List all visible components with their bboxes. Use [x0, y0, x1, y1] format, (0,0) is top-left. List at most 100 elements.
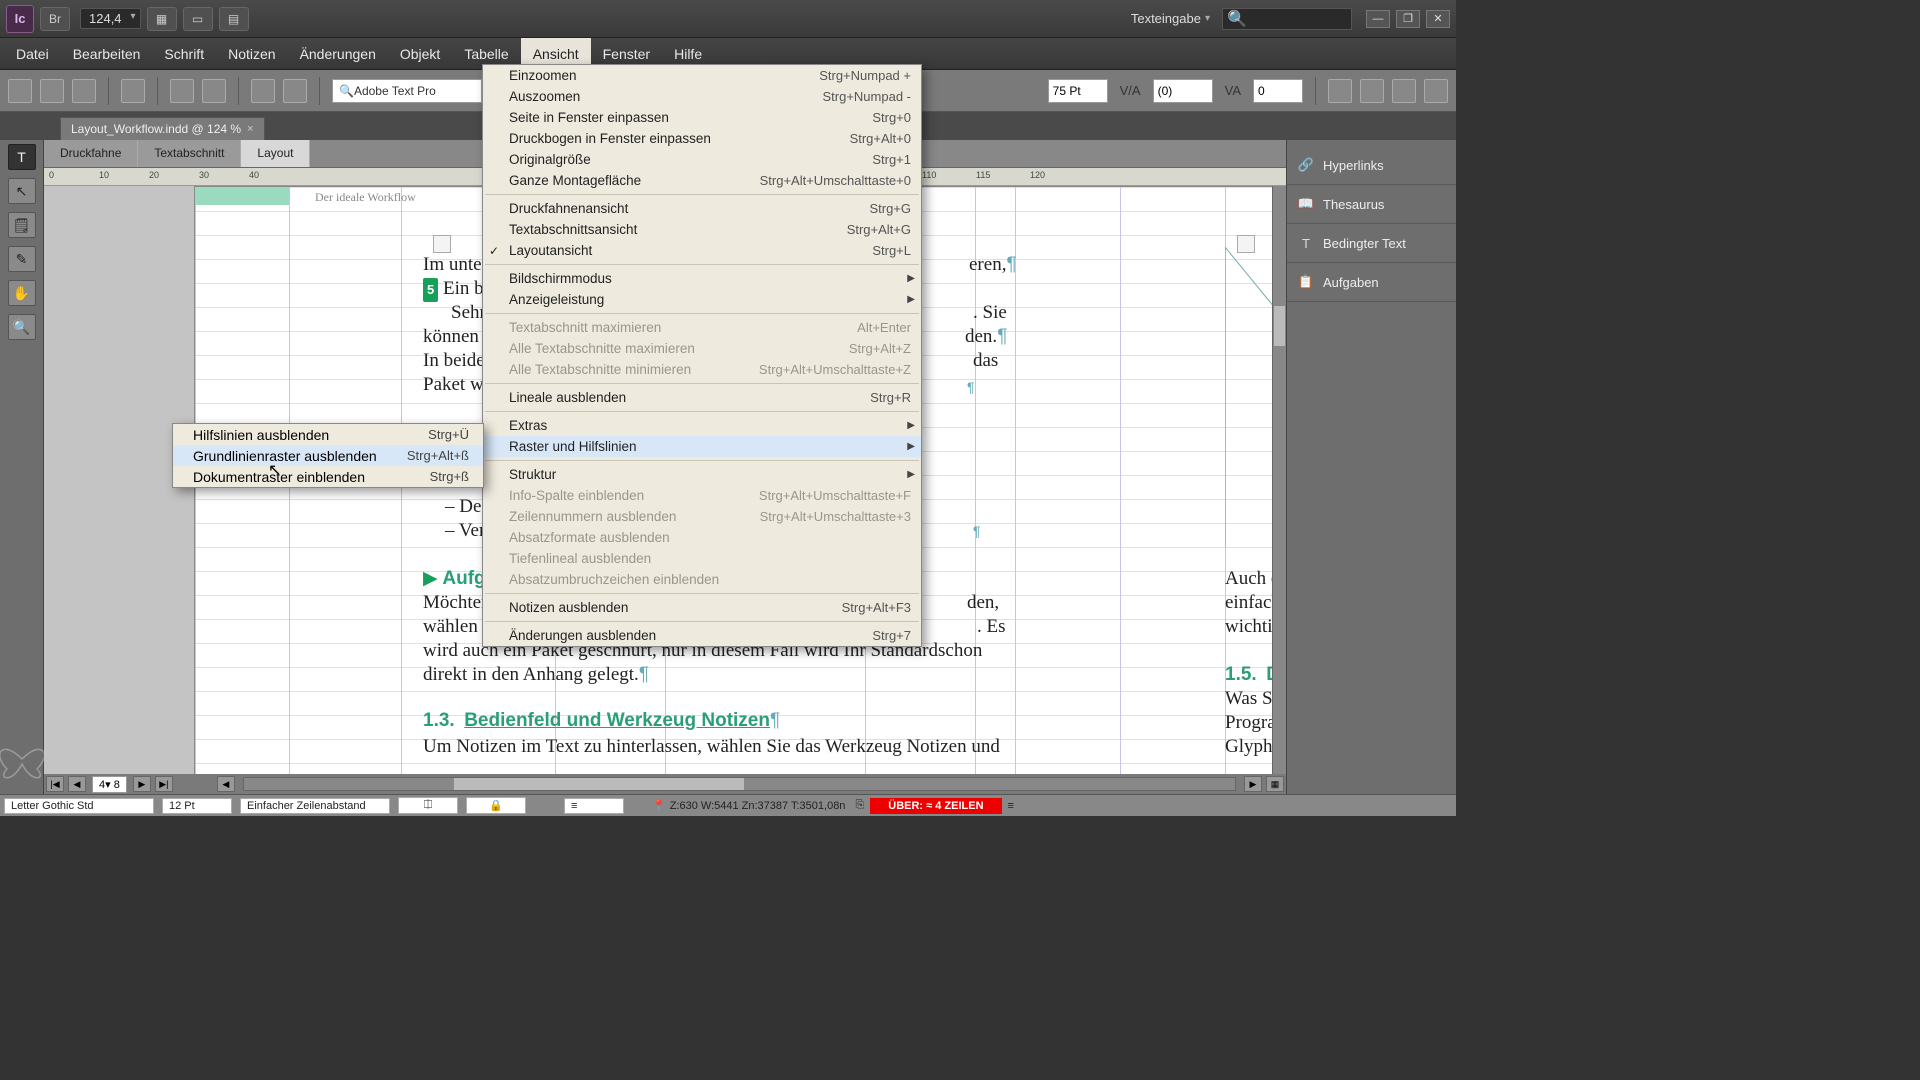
text-line[interactable]: eren,¶ [969, 253, 1017, 277]
more-options-icon[interactable] [1424, 79, 1448, 103]
maximize-button[interactable]: ❐ [1396, 10, 1420, 28]
menuitem-druckfahnenansicht[interactable]: DruckfahnenansichtStrg+G [483, 198, 921, 219]
text-line[interactable]: . Sie [973, 301, 1007, 325]
status-align-icon[interactable]: ≡ [564, 798, 624, 814]
note-anchor[interactable] [433, 235, 451, 253]
status-menu-icon[interactable]: ≡ [1008, 800, 1014, 812]
submenuitem-grundlinienraster-ausblenden[interactable]: Grundlinienraster ausblendenStrg+Alt+ß [173, 445, 483, 466]
menuitem-bildschirmmodus[interactable]: Bildschirmmodus▶ [483, 268, 921, 289]
document-tab[interactable]: Layout_Workflow.indd @ 124 % × [60, 117, 265, 140]
last-page-button[interactable]: ▶| [155, 776, 173, 792]
text-line[interactable]: . Es [977, 615, 1006, 639]
workspace-label[interactable]: Texteingabe [1131, 11, 1201, 26]
ansicht-menu[interactable]: EinzoomenStrg+Numpad +AuszoomenStrg+Nump… [482, 64, 922, 647]
page-number-field[interactable]: 4▾ 8 [92, 776, 127, 793]
view-tab-druckfahne[interactable]: Druckfahne [44, 140, 138, 167]
text-line[interactable]: ¶ [973, 519, 981, 545]
align-right-icon[interactable] [1392, 79, 1416, 103]
menu-notizen[interactable]: Notizen [216, 38, 287, 69]
prev-page-button[interactable]: ◀ [68, 776, 86, 792]
text-line[interactable]: das [973, 349, 998, 373]
text-line[interactable]: den, [967, 591, 999, 615]
zoom-level-field[interactable]: 124,4 [80, 8, 141, 29]
scroll-left-button[interactable]: ◀ [217, 776, 235, 792]
text-line[interactable]: Um Notizen im Text zu hinterlassen, wähl… [423, 735, 1000, 759]
horizontal-scrollbar[interactable] [243, 777, 1236, 791]
menuitem-notizen-ausblenden[interactable]: Notizen ausblendenStrg+Alt+F3 [483, 597, 921, 618]
help-search-input[interactable]: 🔍 [1222, 8, 1352, 30]
menuitem-extras[interactable]: Extras▶ [483, 415, 921, 436]
tracking-field[interactable]: 0 [1253, 79, 1303, 103]
bridge-button[interactable]: Br [40, 7, 70, 31]
panel-hyperlinks[interactable]: 🔗Hyperlinks [1287, 146, 1456, 185]
menuitem-änderungen-ausblenden[interactable]: Änderungen ausblendenStrg+7 [483, 625, 921, 646]
menu-objekt[interactable]: Objekt [388, 38, 452, 69]
minimize-button[interactable]: — [1366, 10, 1390, 28]
print-icon[interactable] [121, 79, 145, 103]
menu-änderungen[interactable]: Änderungen [288, 38, 388, 69]
menuitem-originalgröße[interactable]: OriginalgrößeStrg+1 [483, 149, 921, 170]
panel-thesaurus[interactable]: 📖Thesaurus [1287, 185, 1456, 224]
align-center-icon[interactable] [1360, 79, 1384, 103]
spellcheck-icon[interactable] [202, 79, 226, 103]
menuitem-auszoomen[interactable]: AuszoomenStrg+Numpad - [483, 86, 921, 107]
note-tool[interactable]: 🗒 [8, 212, 36, 238]
view-tab-textabschnitt[interactable]: Textabschnitt [138, 140, 241, 167]
menuitem-lineale-ausblenden[interactable]: Lineale ausblendenStrg+R [483, 387, 921, 408]
save-icon[interactable] [72, 79, 96, 103]
submenuitem-dokumentraster-einblenden[interactable]: Dokumentraster einblendenStrg+ß [173, 466, 483, 487]
text-line[interactable]: 1.3. Bedienfeld und Werkzeug Notizen¶ [423, 709, 780, 733]
view-options-button[interactable]: ▦ [147, 7, 177, 31]
kerning-field[interactable]: (0) [1153, 79, 1213, 103]
position-tool[interactable]: ↖ [8, 178, 36, 204]
zoom-tool[interactable]: 🔍 [8, 314, 36, 340]
overset-warning[interactable]: ÜBER: ≈ 4 ZEILEN [870, 798, 1001, 814]
font-size-field[interactable]: 75 Pt [1048, 79, 1108, 103]
menuitem-raster-und-hilfslinien[interactable]: Raster und Hilfslinien▶ [483, 436, 921, 457]
find-icon[interactable] [170, 79, 194, 103]
type-tool[interactable]: T [8, 144, 36, 170]
status-leading-field[interactable]: Einfacher Zeilenabstand [240, 798, 390, 814]
arrange-button[interactable]: ▤ [219, 7, 249, 31]
panel-aufgaben[interactable]: 📋Aufgaben [1287, 263, 1456, 302]
menu-schrift[interactable]: Schrift [152, 38, 216, 69]
status-lock-icon[interactable]: 🔒 [466, 797, 526, 814]
text-line[interactable]: den.¶ [965, 325, 1007, 349]
menuitem-struktur[interactable]: Struktur▶ [483, 464, 921, 485]
menu-datei[interactable]: Datei [4, 38, 61, 69]
align-left-icon[interactable] [1328, 79, 1352, 103]
menuitem-layoutansicht[interactable]: ✓LayoutansichtStrg+L [483, 240, 921, 261]
paragraph-icon[interactable] [283, 79, 307, 103]
next-page-button[interactable]: ▶ [133, 776, 151, 792]
menuitem-einzoomen[interactable]: EinzoomenStrg+Numpad + [483, 65, 921, 86]
new-icon[interactable] [8, 79, 32, 103]
panel-bedingter-text[interactable]: TBedingter Text [1287, 224, 1456, 263]
menuitem-seite-in-fenster-einpassen[interactable]: Seite in Fenster einpassenStrg+0 [483, 107, 921, 128]
menuitem-ganze-montagefläche[interactable]: Ganze MontageflächeStrg+Alt+Umschalttast… [483, 170, 921, 191]
menuitem-druckbogen-in-fenster-einpassen[interactable]: Druckbogen in Fenster einpassenStrg+Alt+… [483, 128, 921, 149]
close-button[interactable]: ✕ [1426, 10, 1450, 28]
status-font-field[interactable]: Letter Gothic Std [4, 798, 154, 814]
scroll-right-button[interactable]: ▶ [1244, 776, 1262, 792]
close-tab-icon[interactable]: × [247, 123, 253, 135]
submenuitem-hilfslinien-ausblenden[interactable]: Hilfslinien ausblendenStrg+Ü [173, 424, 483, 445]
eyedropper-tool[interactable]: ✎ [8, 246, 36, 272]
hand-tool[interactable]: ✋ [8, 280, 36, 306]
split-view-button[interactable]: ▦ [1266, 776, 1284, 792]
menu-bearbeiten[interactable]: Bearbeiten [61, 38, 153, 69]
view-tab-layout[interactable]: Layout [241, 140, 310, 167]
status-size-field[interactable]: 12 Pt [162, 798, 232, 814]
raster-hilfslinien-submenu[interactable]: Hilfslinien ausblendenStrg+ÜGrundlinienr… [172, 423, 484, 488]
text-line[interactable]: ¶ [967, 375, 975, 401]
open-icon[interactable] [40, 79, 64, 103]
screen-mode-button[interactable]: ▭ [183, 7, 213, 31]
show-hidden-icon[interactable] [251, 79, 275, 103]
workspace-dropdown-icon[interactable]: ▾ [1205, 13, 1210, 24]
status-cols-icon[interactable]: ⎅ [398, 797, 458, 814]
menuitem-textabschnittsansicht[interactable]: TextabschnittsansichtStrg+Alt+G [483, 219, 921, 240]
menuitem-anzeigeleistung[interactable]: Anzeigeleistung▶ [483, 289, 921, 310]
text-line[interactable]: direkt in den Anhang gelegt.¶ [423, 663, 649, 687]
vertical-scrollbar[interactable] [1272, 186, 1286, 774]
font-family-field[interactable]: 🔍 Adobe Text Pro [332, 79, 482, 103]
first-page-button[interactable]: |◀ [46, 776, 64, 792]
